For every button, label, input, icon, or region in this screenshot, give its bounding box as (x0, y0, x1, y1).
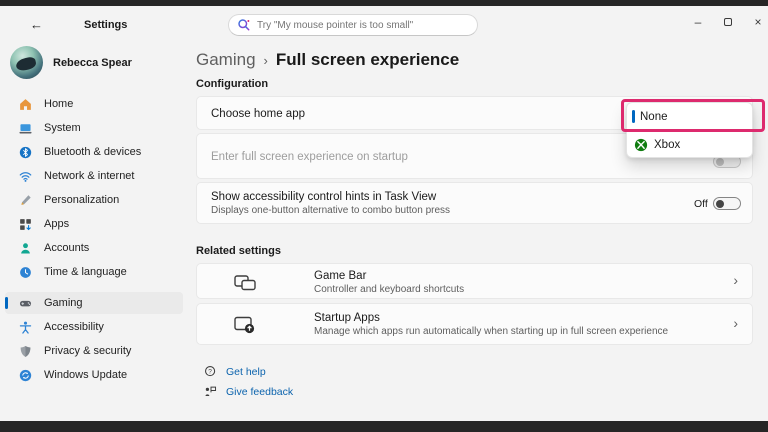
related-settings-heading: Related settings (196, 245, 281, 257)
sidebar-item-label: Personalization (44, 194, 119, 206)
home-icon (19, 98, 32, 111)
maximize-icon (724, 18, 732, 26)
sidebar-item-time-language[interactable]: Time & language (5, 261, 183, 283)
sidebar-item-gaming[interactable]: Gaming (5, 292, 183, 314)
sidebar-item-label: System (44, 122, 81, 134)
bottom-letterbox (0, 421, 768, 432)
get-help-icon: ? (204, 365, 217, 378)
give-feedback-link[interactable]: Give feedback (204, 385, 293, 398)
related-item-description: Controller and keyboard shortcuts (314, 284, 464, 295)
settings-app: ← Settings – × Rebecca Spear Hom (0, 6, 768, 421)
game-bar-row[interactable]: Game Bar Controller and keyboard shortcu… (196, 263, 753, 299)
sidebar-item-personalization[interactable]: Personalization (5, 189, 183, 211)
apps-icon (19, 218, 32, 231)
search-input[interactable] (228, 14, 478, 36)
sidebar-item-label: Time & language (44, 266, 127, 278)
sidebar-item-label: Network & internet (44, 170, 134, 182)
selected-accent-bar (5, 297, 8, 309)
link-label: Give feedback (226, 386, 293, 398)
chevron-right-icon: › (733, 272, 738, 288)
breadcrumb: Gaming › Full screen experience (196, 50, 459, 70)
personalization-icon (19, 194, 32, 207)
game-bar-icon (234, 274, 256, 292)
option-label: Xbox (654, 139, 680, 151)
bluetooth-icon (19, 146, 32, 159)
sidebar-item-label: Windows Update (44, 369, 127, 381)
accessibility-icon (19, 321, 32, 334)
sidebar-item-network[interactable]: Network & internet (5, 165, 183, 187)
dropdown-option-none[interactable]: None (627, 103, 752, 130)
minimize-button[interactable]: – (684, 10, 712, 34)
accessibility-hints-row: Show accessibility control hints in Task… (196, 182, 753, 224)
sidebar-item-system[interactable]: System (5, 117, 183, 139)
chevron-right-icon: › (264, 52, 268, 68)
sidebar-item-accessibility[interactable]: Accessibility (5, 316, 183, 338)
sidebar-item-label: Privacy & security (44, 345, 131, 357)
breadcrumb-gaming[interactable]: Gaming (196, 50, 256, 70)
search-box[interactable] (228, 14, 478, 36)
dropdown-option-xbox[interactable]: Xbox (627, 131, 752, 158)
chevron-right-icon: › (733, 315, 738, 331)
sidebar-item-label: Accounts (44, 242, 89, 254)
related-item-title: Game Bar (314, 270, 366, 282)
row-label: Enter full screen experience on startup (211, 151, 408, 163)
svg-text:?: ? (208, 368, 212, 375)
accessibility-hints-toggle[interactable] (713, 197, 741, 210)
sidebar-item-windows-update[interactable]: Windows Update (5, 364, 183, 386)
get-help-link[interactable]: ? Get help (204, 365, 266, 378)
accounts-icon (19, 242, 32, 255)
row-label: Choose home app (211, 108, 305, 120)
xbox-icon (634, 138, 648, 152)
network-icon (19, 170, 32, 183)
back-icon[interactable]: ← (30, 17, 43, 32)
sidebar-item-label: Gaming (44, 297, 83, 309)
search-icon (237, 18, 251, 32)
page-title: Full screen experience (276, 50, 459, 70)
home-app-dropdown: None Xbox (626, 102, 753, 158)
gamepad-icon (19, 297, 32, 310)
option-label: None (640, 111, 668, 123)
sidebar-item-accounts[interactable]: Accounts (5, 237, 183, 259)
row-description: Displays one-button alternative to combo… (211, 205, 450, 216)
privacy-icon (19, 345, 32, 358)
avatar[interactable] (10, 46, 43, 79)
related-item-description: Manage which apps run automatically when… (314, 326, 668, 337)
startup-apps-row[interactable]: Startup Apps Manage which apps run autom… (196, 303, 753, 345)
selected-option-bar (632, 110, 635, 123)
maximize-button[interactable] (714, 10, 742, 34)
sidebar-item-home[interactable]: Home (5, 93, 183, 115)
related-item-title: Startup Apps (314, 312, 380, 324)
close-button[interactable]: × (744, 10, 768, 34)
sidebar-item-label: Home (44, 98, 73, 110)
give-feedback-icon (204, 385, 217, 398)
toggle-state-label: Off (694, 198, 708, 210)
sidebar-item-label: Bluetooth & devices (44, 146, 141, 158)
link-label: Get help (226, 366, 266, 378)
sidebar-item-label: Apps (44, 218, 69, 230)
windows-update-icon (19, 369, 32, 382)
configuration-heading: Configuration (196, 78, 268, 90)
settings-window: ← Settings – × Rebecca Spear Hom (0, 0, 768, 432)
sidebar-item-label: Accessibility (44, 321, 104, 333)
sidebar-item-bluetooth[interactable]: Bluetooth & devices (5, 141, 183, 163)
sidebar-item-privacy[interactable]: Privacy & security (5, 340, 183, 362)
row-label: Show accessibility control hints in Task… (211, 191, 436, 203)
app-title: Settings (84, 19, 127, 31)
profile-name: Rebecca Spear (53, 57, 132, 69)
sidebar-item-apps[interactable]: Apps (5, 213, 183, 235)
system-icon (19, 122, 32, 135)
startup-apps-icon (234, 316, 256, 334)
time-language-icon (19, 266, 32, 279)
